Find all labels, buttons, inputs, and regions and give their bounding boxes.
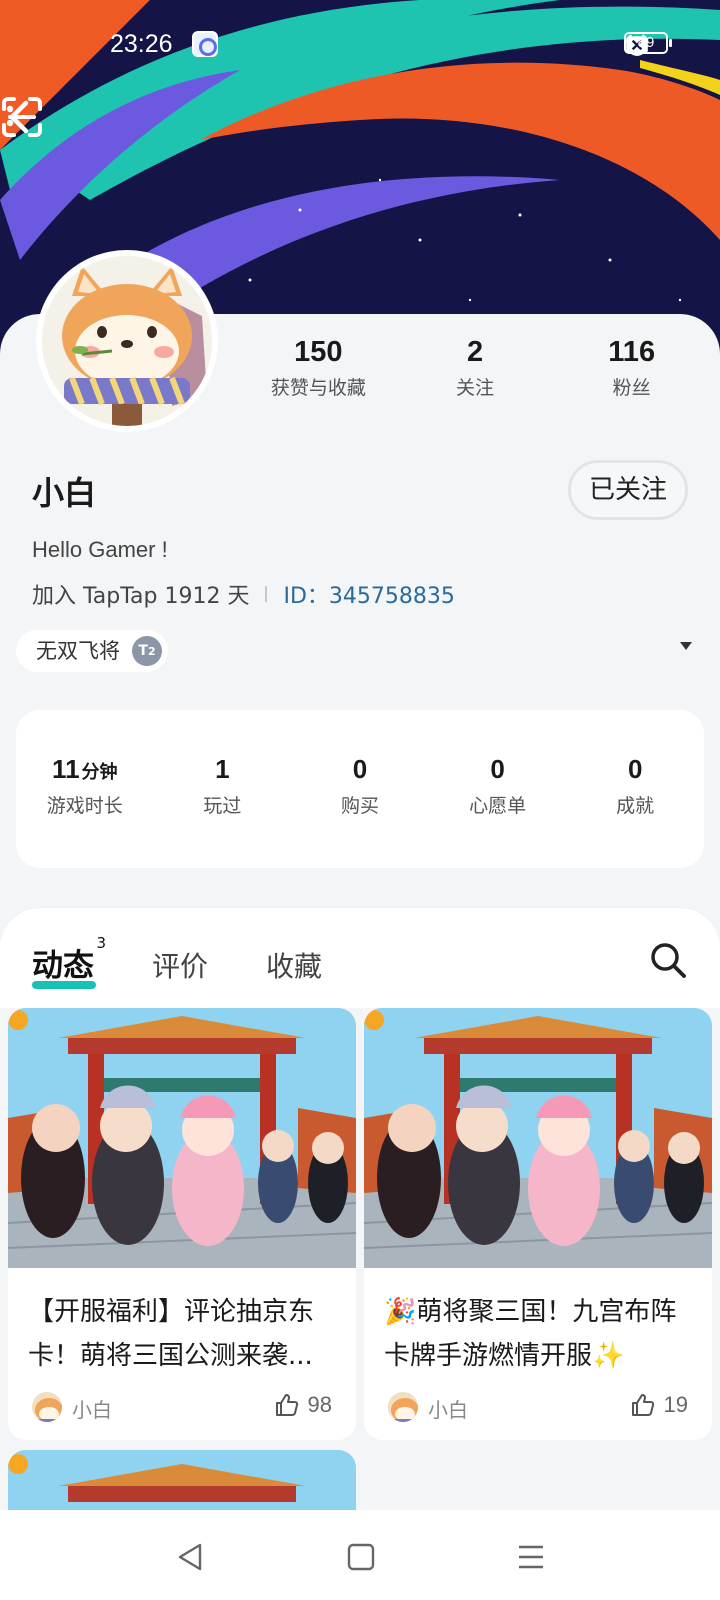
status-bar: 23:26 89 — [0, 0, 720, 92]
purchased-value: 0 — [352, 754, 368, 784]
post-cover-image — [8, 1450, 356, 1510]
expand-caret-icon[interactable] — [680, 642, 692, 650]
post-title: 🎉萌将聚三国！九宫布阵卡牌手游燃情开服✨ — [384, 1297, 677, 1371]
achievements-label: 成就 — [616, 795, 655, 817]
nav-menu-icon[interactable] — [514, 1540, 548, 1574]
post-card[interactable]: 【开服福利】评论抽京东卡！萌将三国公测来袭... 小白 98 — [8, 1008, 356, 1440]
more-icon[interactable] — [0, 95, 20, 139]
tab-reviews[interactable]: 评价 — [152, 945, 208, 985]
thumbs-up-icon — [631, 1394, 654, 1416]
stat-played[interactable]: 1 玩过 — [154, 754, 292, 868]
like-button[interactable]: 98 — [274, 1392, 332, 1418]
author-avatar[interactable] — [30, 1390, 64, 1424]
like-button[interactable]: 19 — [630, 1392, 688, 1418]
badge-level: 2 — [147, 645, 156, 658]
post-meta: 小白 19 — [364, 1382, 712, 1440]
nav-back-icon[interactable] — [174, 1540, 208, 1574]
play-time-unit: 分钟 — [81, 762, 118, 782]
avatar[interactable] — [36, 250, 218, 432]
app-icon — [192, 31, 218, 57]
user-id-label: ID： — [283, 584, 329, 609]
divider — [265, 586, 268, 602]
profile-tabs: 动态 3 评价 收藏 — [32, 934, 322, 989]
shiba-avatar-image — [42, 256, 212, 426]
stat-followers-value: 116 — [608, 336, 656, 368]
played-label: 玩过 — [203, 795, 242, 817]
purchased-label: 购买 — [340, 795, 379, 817]
stat-following[interactable]: 2 关注 — [397, 336, 554, 400]
stat-likes[interactable]: 150 获赞与收藏 — [240, 336, 397, 400]
tab-posts-label: 动态 — [32, 948, 94, 984]
tab-reviews-label: 评价 — [152, 950, 209, 983]
badge-label: 无双飞将 — [36, 639, 120, 663]
tab-favorites-label: 收藏 — [266, 950, 323, 983]
joined-days: 加入 TapTap 1912 天 — [32, 584, 250, 609]
post-author[interactable]: 小白 — [72, 1394, 112, 1423]
join-info: 加入 TapTap 1912 天 ID：345758835 — [32, 578, 455, 610]
author-avatar[interactable] — [386, 1390, 420, 1424]
follow-button[interactable]: 已关注 — [568, 460, 688, 520]
stat-likes-value: 150 — [294, 336, 343, 368]
play-time-label: 游戏时长 — [46, 795, 123, 817]
thumbs-up-icon — [275, 1394, 298, 1416]
stat-play-time[interactable]: 11 分钟 游戏时长 — [16, 754, 154, 868]
stat-wishlist[interactable]: 0 心愿单 — [429, 754, 567, 868]
stat-purchased[interactable]: 0 购买 — [291, 754, 429, 868]
tab-favorites[interactable]: 收藏 — [266, 945, 322, 985]
wishlist-label: 心愿单 — [469, 795, 527, 817]
stat-achievements[interactable]: 0 成就 — [566, 754, 704, 868]
search-icon[interactable] — [648, 940, 688, 980]
wishlist-value: 0 — [490, 754, 505, 784]
top-nav — [0, 95, 720, 155]
tab-posts[interactable]: 动态 3 — [32, 934, 106, 989]
bio-text: Hello Gamer ! — [32, 537, 168, 562]
post-meta: 小白 98 — [8, 1382, 356, 1440]
system-nav-bar — [0, 1510, 720, 1600]
like-count: 98 — [307, 1392, 332, 1417]
battery-level: 89 — [637, 34, 655, 51]
badge-level-icon: T2 — [132, 636, 162, 666]
user-id-value: 345758835 — [328, 584, 455, 609]
status-time: 23:26 — [110, 30, 173, 58]
play-time-value: 11 — [52, 754, 80, 784]
user-id[interactable]: ID：345758835 — [283, 578, 454, 610]
post-cover-image — [8, 1008, 356, 1268]
stat-likes-label: 获赞与收藏 — [270, 377, 366, 399]
profile-stats: 150 获赞与收藏 2 关注 116 粉丝 — [240, 336, 710, 400]
post-cover-image — [364, 1008, 712, 1268]
stat-following-value: 2 — [466, 336, 484, 368]
post-author[interactable]: 小白 — [428, 1394, 468, 1423]
achievements-value: 0 — [627, 754, 643, 784]
stat-followers-label: 粉丝 — [612, 377, 651, 399]
nav-home-icon[interactable] — [344, 1540, 378, 1574]
active-tab-indicator — [32, 981, 96, 989]
played-value: 1 — [215, 754, 230, 784]
badge-row: 无双飞将 T2 — [16, 630, 706, 674]
title-badge[interactable]: 无双飞将 T2 — [16, 630, 168, 672]
battery-icon: 89 — [624, 32, 672, 54]
tab-posts-count: 3 — [96, 934, 106, 952]
post-card[interactable] — [8, 1450, 356, 1510]
stat-followers[interactable]: 116 粉丝 — [553, 336, 710, 400]
game-stats-card: 11 分钟 游戏时长 1 玩过 0 购买 0 心愿单 0 成就 — [16, 710, 704, 868]
post-card[interactable]: 🎉萌将聚三国！九宫布阵卡牌手游燃情开服✨ 小白 19 — [364, 1008, 712, 1440]
like-count: 19 — [663, 1392, 688, 1417]
post-title: 【开服福利】评论抽京东卡！萌将三国公测来袭... — [28, 1297, 315, 1371]
stat-following-label: 关注 — [456, 377, 495, 399]
username: 小白 — [32, 474, 97, 512]
